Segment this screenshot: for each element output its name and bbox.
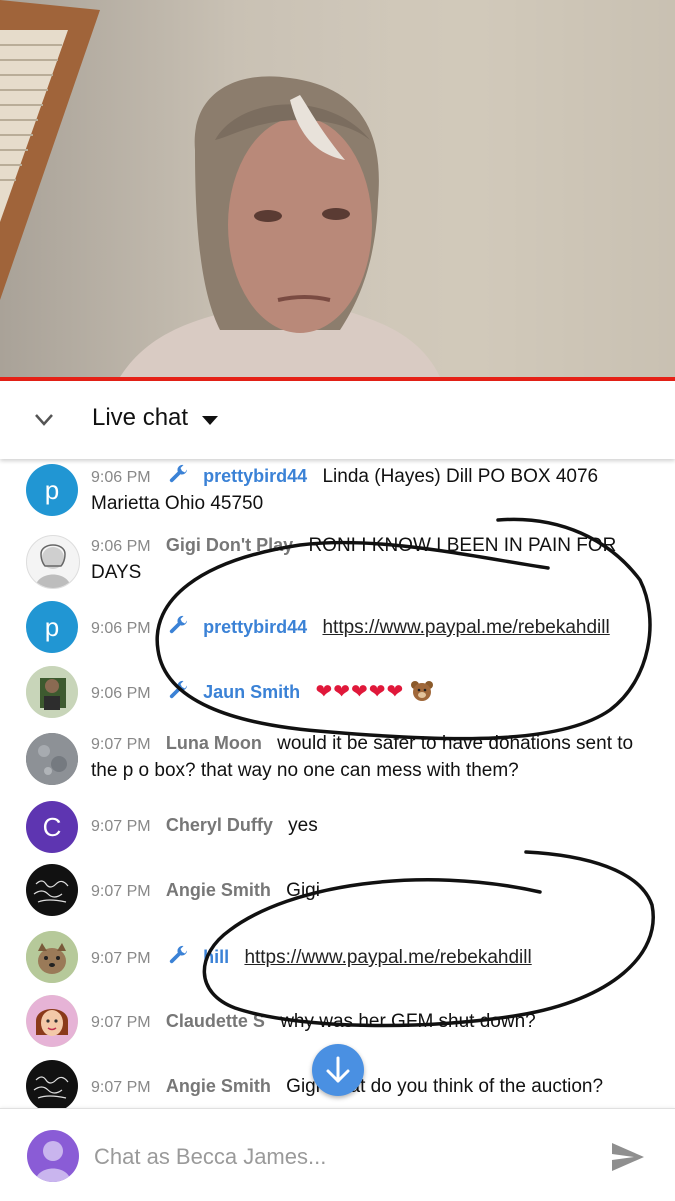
avatar[interactable] (26, 733, 78, 785)
heart-icon: ❤ (315, 681, 333, 703)
message-time: 9:07 PM (91, 818, 151, 835)
avatar[interactable] (26, 535, 80, 589)
chat-mode-title[interactable]: Live chat (92, 404, 188, 432)
message-author[interactable]: Claudette S (166, 1011, 265, 1031)
chat-message: 9:07 PM Claudette S why was her GFM shut… (0, 995, 675, 1049)
message-author[interactable]: Jaun Smith (203, 682, 300, 702)
chat-message-list[interactable]: p 9:06 PM prettybird44 Linda (Hayes) Dil… (0, 459, 675, 1110)
message-time: 9:06 PM (91, 685, 151, 702)
avatar[interactable] (26, 995, 78, 1047)
message-author[interactable]: prettybird44 (203, 617, 307, 637)
avatar[interactable]: p (26, 601, 78, 653)
message-author[interactable]: Angie Smith (166, 880, 271, 900)
avatar[interactable]: p (26, 464, 78, 516)
arrow-down-icon (326, 1056, 350, 1083)
avatar[interactable] (26, 864, 78, 916)
message-link[interactable]: https://www.paypal.me/rebekahdill (244, 947, 531, 968)
wrench-icon (169, 680, 187, 699)
chat-input-bar (0, 1108, 675, 1201)
message-link[interactable]: https://www.paypal.me/rebekahdill (322, 617, 609, 638)
message-text: ❤❤❤❤❤ (315, 681, 433, 703)
message-time: 9:07 PM (91, 736, 151, 753)
message-time: 9:06 PM (91, 620, 151, 637)
chat-message: p 9:06 PM prettybird44 https://www.paypa… (0, 601, 675, 657)
send-icon (612, 1143, 644, 1171)
dropdown-caret-icon[interactable] (200, 405, 220, 433)
chat-message: 9:06 PM Gigi Don't Play RONI I KNOW I BE… (0, 531, 675, 595)
message-author[interactable]: hill (203, 947, 229, 967)
chat-message: 9:07 PM hill https://www.paypal.me/rebek… (0, 929, 675, 987)
avatar[interactable] (26, 931, 78, 983)
chat-input[interactable] (92, 1139, 576, 1175)
message-author[interactable]: prettybird44 (203, 466, 307, 486)
send-button[interactable] (608, 1137, 648, 1177)
message-text: Gigi (286, 880, 320, 901)
live-chat-header: Live chat (0, 381, 675, 459)
wrench-icon (169, 945, 187, 964)
message-text: yes (288, 815, 318, 836)
chat-message: 9:06 PM Jaun Smith ❤❤❤❤❤ (0, 664, 675, 722)
message-time: 9:07 PM (91, 950, 151, 967)
message-time: 9:07 PM (91, 1079, 151, 1096)
message-author[interactable]: Luna Moon (166, 733, 262, 753)
heart-icon: ❤ (386, 681, 404, 703)
chevron-down-icon[interactable] (26, 405, 62, 435)
scroll-to-bottom-button[interactable] (312, 1044, 364, 1096)
message-time: 9:07 PM (91, 1014, 151, 1031)
chat-message: p 9:06 PM prettybird44 Linda (Hayes) Dil… (0, 461, 675, 531)
message-text: why was her GFM shut down? (280, 1011, 536, 1032)
chat-message: 9:07 PM Luna Moon would it be safer to h… (0, 729, 675, 791)
heart-icon: ❤ (350, 681, 368, 703)
message-time: 9:06 PM (91, 538, 151, 555)
avatar[interactable]: C (26, 801, 78, 853)
message-author[interactable]: Angie Smith (166, 1076, 271, 1096)
message-time: 9:07 PM (91, 883, 151, 900)
heart-icon: ❤ (368, 681, 386, 703)
avatar[interactable] (26, 666, 78, 718)
avatar (27, 1130, 79, 1182)
wrench-icon (169, 464, 187, 483)
video-frame (0, 0, 675, 377)
message-author[interactable]: Cheryl Duffy (166, 815, 273, 835)
message-time: 9:06 PM (91, 469, 151, 486)
avatar[interactable] (26, 1060, 78, 1110)
heart-icon: ❤ (333, 681, 350, 703)
wrench-icon (169, 615, 187, 634)
chat-message: 9:07 PM Angie Smith Gigi (0, 863, 675, 919)
video-player[interactable] (0, 0, 675, 377)
bear-icon (410, 681, 433, 701)
message-author[interactable]: Gigi Don't Play (166, 535, 293, 555)
chat-message: C 9:07 PM Cheryl Duffy yes (0, 799, 675, 855)
